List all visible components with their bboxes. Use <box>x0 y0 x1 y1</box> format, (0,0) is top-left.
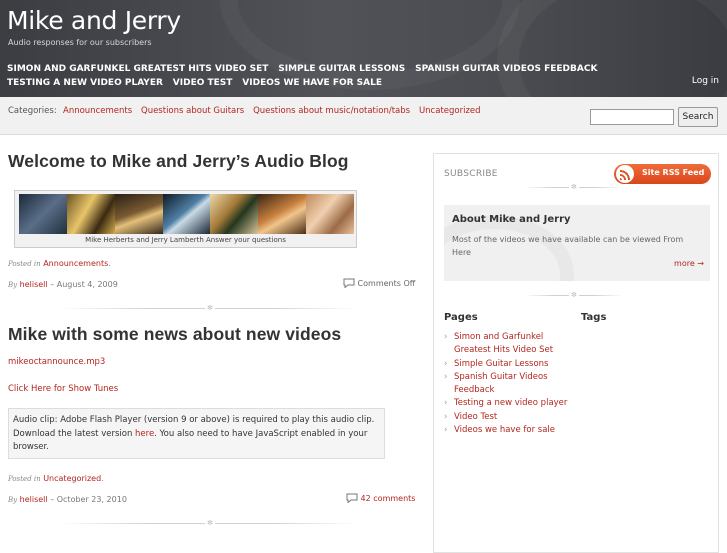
category-period: . <box>108 259 111 268</box>
categories-list: Announcements Questions about Guitars Qu… <box>63 106 487 116</box>
post-category-link[interactable]: Uncategorized <box>43 474 101 483</box>
category-period: . <box>101 474 104 483</box>
post-category-line: Posted in Announcements. <box>8 259 111 268</box>
sidebar-divider: ✼ <box>524 291 624 299</box>
search-input[interactable] <box>590 109 674 125</box>
about-text: Most of the videos we have available can… <box>452 235 684 257</box>
flash-download-link[interactable]: here <box>135 429 154 439</box>
post-comments: Comments Off <box>343 278 416 289</box>
post-author-link[interactable]: helisell <box>20 280 48 289</box>
category-questions-music[interactable]: Questions about music/notation/tabs <box>253 106 410 116</box>
page-item: Testing a new video player <box>444 397 574 411</box>
post-date: – August 4, 2009 <box>50 280 118 289</box>
main-nav: SIMON AND GARFUNKEL GREATEST HITS VIDEO … <box>7 62 697 90</box>
post-divider: ✼ <box>60 304 360 312</box>
nav-item-spanish-guitar-feedback[interactable]: SPANISH GUITAR VIDEOS FEEDBACK <box>415 62 597 76</box>
page-link-video-test[interactable]: Video Test <box>454 412 497 422</box>
comment-icon <box>346 493 358 504</box>
post-author-link[interactable]: helisell <box>20 495 48 504</box>
page-item: Spanish Guitar Videos Feedback <box>444 371 574 398</box>
image-caption: Mike Herberts and Jerry Lamberth Answer … <box>85 236 286 244</box>
page-link-testing-video-player[interactable]: Testing a new video player <box>454 398 567 408</box>
page-item: Simple Guitar Lessons <box>444 358 574 372</box>
audio-file-link[interactable]: mikeoctannounce.mp3 <box>8 357 105 367</box>
rss-feed-button[interactable]: Site RSS Feed <box>614 164 711 184</box>
tags-heading: Tags <box>581 312 607 323</box>
pages-heading: Pages <box>444 312 478 323</box>
page-link-simple-guitar-lessons[interactable]: Simple Guitar Lessons <box>454 359 549 369</box>
post-comments: 42 comments <box>346 493 416 504</box>
comments-link[interactable]: 42 comments <box>361 494 416 503</box>
by-label: By <box>8 496 18 504</box>
nav-item-videos-for-sale[interactable]: VIDEOS WE HAVE FOR SALE <box>242 76 382 90</box>
post-author-line: By helisell – August 4, 2009 <box>8 280 118 289</box>
page-item: Simon and Garfunkel Greatest Hits Video … <box>444 331 574 358</box>
subscribe-label: SUBSCRIBE <box>444 169 498 179</box>
page-item: Videos we have for sale <box>444 424 574 438</box>
page-item: Video Test <box>444 411 574 425</box>
post-category-line: Posted in Uncategorized. <box>8 474 104 483</box>
category-questions-guitars[interactable]: Questions about Guitars <box>141 106 244 116</box>
post-title[interactable]: Mike with some news about new videos <box>8 324 341 345</box>
category-announcements[interactable]: Announcements <box>63 106 132 116</box>
sidebar: SUBSCRIBE Site RSS Feed ✼ About Mike and… <box>433 153 719 553</box>
sidebar-divider: ✼ <box>524 183 624 191</box>
page-link-videos-for-sale[interactable]: Videos we have for sale <box>454 425 555 435</box>
nav-item-testing-video-player[interactable]: TESTING A NEW VIDEO PLAYER <box>7 76 163 90</box>
posted-in-label: Posted in <box>8 260 41 268</box>
nav-item-simon-garfunkel[interactable]: SIMON AND GARFUNKEL GREATEST HITS VIDEO … <box>7 62 268 76</box>
nav-item-video-test[interactable]: VIDEO TEST <box>173 76 233 90</box>
post-category-link[interactable]: Announcements <box>43 259 108 268</box>
nav-item-simple-guitar-lessons[interactable]: SIMPLE GUITAR LESSONS <box>278 62 405 76</box>
by-label: By <box>8 281 18 289</box>
search-button[interactable]: Search <box>678 107 718 127</box>
posted-in-label: Posted in <box>8 475 41 483</box>
post-divider: ✼ <box>60 519 360 527</box>
rss-icon <box>616 165 634 183</box>
comment-icon <box>343 278 355 289</box>
show-tunes-link[interactable]: Click Here for Show Tunes <box>8 384 118 394</box>
site-description: Audio responses for our subscribers <box>8 38 152 47</box>
page-link-simon-garfunkel[interactable]: Simon and Garfunkel Greatest Hits Video … <box>454 332 553 355</box>
comments-status: Comments Off <box>357 279 416 288</box>
guitar-photo-strip <box>19 194 355 234</box>
audio-player-notice: Audio clip: Adobe Flash Player (version … <box>8 408 385 459</box>
category-uncategorized[interactable]: Uncategorized <box>419 106 481 116</box>
pages-list: Simon and Garfunkel Greatest Hits Video … <box>444 331 574 438</box>
about-more-link[interactable]: more → <box>674 259 704 268</box>
post-title[interactable]: Welcome to Mike and Jerry’s Audio Blog <box>8 151 349 172</box>
post-image-frame: Mike Herberts and Jerry Lamberth Answer … <box>14 190 357 248</box>
login-link[interactable]: Log in <box>692 76 719 86</box>
about-title: About Mike and Jerry <box>452 214 571 225</box>
site-title[interactable]: Mike and Jerry <box>7 6 181 35</box>
rss-feed-label: Site RSS Feed <box>642 168 705 177</box>
post-date: – October 23, 2010 <box>50 495 127 504</box>
site-header: Mike and Jerry Audio responses for our s… <box>0 0 727 97</box>
page-link-spanish-guitar-feedback[interactable]: Spanish Guitar Videos Feedback <box>454 372 548 395</box>
post-author-line: By helisell – October 23, 2010 <box>8 495 127 504</box>
categories-label: Categories: <box>8 106 57 116</box>
about-box: About Mike and Jerry Most of the videos … <box>444 205 710 281</box>
